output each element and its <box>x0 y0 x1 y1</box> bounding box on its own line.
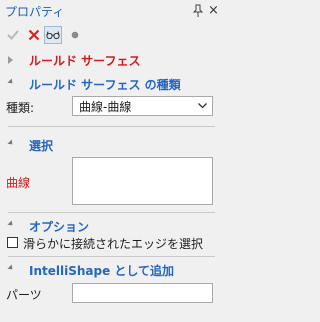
section-type[interactable]: ルールド サーフェス の種類 <box>0 74 221 94</box>
collapse-arrow-icon[interactable] <box>7 220 15 228</box>
section-title: 選択 <box>29 138 54 153</box>
tangent-edges-label[interactable]: 滑らかに接続されたエッジを選択 <box>23 235 203 252</box>
dot-icon[interactable] <box>67 27 83 43</box>
section-title: ルールド サーフェス の種類 <box>29 77 181 92</box>
panel-title: プロパティ <box>5 5 65 19</box>
collapse-arrow-icon[interactable] <box>7 78 15 86</box>
chevron-down-icon[interactable] <box>197 100 208 111</box>
pin-icon[interactable] <box>192 4 204 18</box>
part-label: パーツ <box>6 288 42 302</box>
section-divider <box>8 212 215 213</box>
curve-label: 曲線 <box>6 176 31 190</box>
section-intellishape[interactable]: IntelliShape として追加 <box>0 260 221 280</box>
section-divider <box>8 126 215 127</box>
panel-toolbar <box>0 24 221 46</box>
type-select[interactable]: 曲線-曲線 <box>72 96 213 116</box>
curve-selection-list[interactable] <box>72 157 213 205</box>
close-icon[interactable]: × <box>208 4 219 18</box>
cancel-x-icon[interactable] <box>26 27 42 43</box>
collapse-arrow-icon[interactable] <box>7 139 15 147</box>
part-name-field[interactable] <box>72 283 213 303</box>
section-title: ルールド サーフェス <box>29 53 141 68</box>
section-title: オプション <box>29 219 90 234</box>
type-select-value: 曲線-曲線 <box>79 99 132 114</box>
expand-arrow-icon[interactable] <box>8 56 13 64</box>
section-options[interactable]: オプション <box>0 216 221 236</box>
section-selection[interactable]: 選択 <box>0 135 221 155</box>
type-label: 種類: <box>6 101 35 115</box>
check-icon[interactable] <box>5 27 21 43</box>
section-divider <box>8 256 215 257</box>
section-title: IntelliShape として追加 <box>29 263 175 278</box>
tangent-edges-checkbox[interactable] <box>7 237 18 248</box>
collapse-arrow-icon[interactable] <box>7 264 15 272</box>
panel-titlebar: プロパティ × <box>0 0 221 23</box>
glasses-icon[interactable] <box>44 26 62 44</box>
section-ruled-surface[interactable]: ルールド サーフェス <box>0 50 221 70</box>
